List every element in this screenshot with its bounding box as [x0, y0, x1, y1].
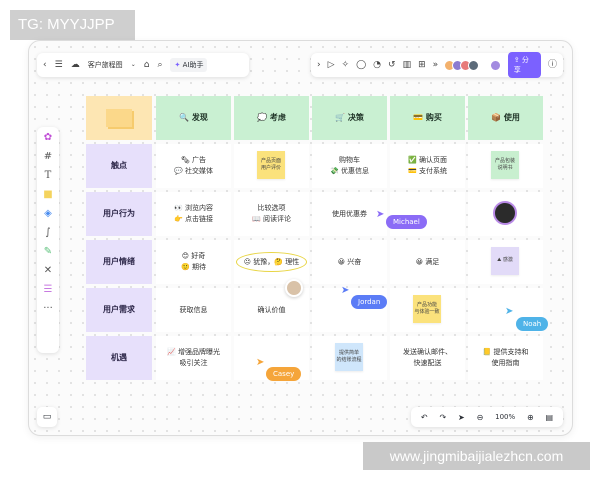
frame-tool-icon[interactable]: # — [44, 152, 52, 162]
corner-sticky-stack — [106, 109, 132, 127]
cursor-icon: ➤ — [376, 209, 385, 220]
cell-touchpoints-decide[interactable]: 购物车 💸 优惠信息 — [312, 144, 387, 188]
cell-actions-purchase[interactable] — [390, 192, 465, 236]
share-button[interactable]: ⇪ 分享 — [507, 52, 541, 78]
chevron-down-icon[interactable]: ⌄ — [131, 62, 136, 68]
cursor-icon: ➤ — [505, 306, 514, 317]
row-header-user-emotions: 用户情绪 — [86, 240, 152, 284]
top-right-toolbar: › ▷ ✧ ◯ ◔ ↺ ▥ ⊞ » ⇪ 分享 ⓘ — [311, 52, 563, 78]
column-header-use: 📦 使用 — [468, 96, 543, 140]
zoom-in-icon[interactable]: ⊕ — [527, 413, 534, 422]
templates-icon[interactable]: ✿ — [44, 133, 52, 143]
cell-emotions-discover[interactable]: 😊 好奇 🙂 期待 — [156, 240, 231, 284]
cursor-icon: ➤ — [341, 285, 350, 296]
tag-icon[interactable]: ⌂ — [144, 60, 150, 70]
mind-map-icon[interactable]: ☰ — [44, 285, 53, 295]
connector-tool-icon[interactable]: ✕ — [44, 266, 52, 276]
share-icon: ⇪ — [513, 56, 520, 64]
expand-icon[interactable]: › — [317, 60, 321, 70]
more-chevron-icon[interactable]: » — [433, 60, 439, 70]
zoom-level[interactable]: 100% — [495, 413, 515, 421]
cell-opportunities-discover[interactable]: 📈 增强品牌曝光 吸引关注 — [156, 336, 231, 380]
play-icon[interactable]: ▷ — [328, 60, 335, 70]
cell-opportunities-use[interactable]: 📒 提供支持和 使用指南 — [468, 336, 543, 380]
help-icon[interactable]: ⓘ — [548, 60, 557, 70]
shape-tool-icon[interactable]: ◈ — [44, 209, 52, 219]
vote-icon[interactable]: ▥ — [403, 60, 412, 70]
highlighter-icon[interactable]: ✎ — [44, 247, 52, 257]
column-header-purchase: 💳 购买 — [390, 96, 465, 140]
whiteboard-window: ‹ ☰ ☁ 客户旅程图 ⌄ ⌂ ⌕ ✦ AI助手 › ▷ ✧ ◯ ◔ ↺ ▥ ⊞… — [28, 40, 573, 436]
text-tool-icon[interactable]: T — [45, 171, 52, 181]
comment-icon[interactable]: ◯ — [356, 60, 366, 70]
ai-assistant-button[interactable]: ✦ AI助手 — [170, 58, 208, 72]
avatar — [493, 201, 517, 225]
collaborator-tag-casey: Casey — [266, 367, 302, 381]
collaborator-avatars[interactable] — [444, 59, 480, 71]
cursor-icon: ➤ — [256, 357, 265, 368]
top-left-toolbar: ‹ ☰ ☁ 客户旅程图 ⌄ ⌂ ⌕ ✦ AI助手 — [37, 53, 249, 77]
cell-touchpoints-purchase[interactable]: ✅ 确认页面 💳 支付系统 — [390, 144, 465, 188]
column-header-consider: 💭 考虑 — [234, 96, 309, 140]
cell-emotions-purchase[interactable]: 😀 满足 — [390, 240, 465, 284]
sticky-note[interactable]: 产品包装 说明书 — [491, 151, 519, 179]
pen-tool-icon[interactable]: ∫ — [45, 228, 50, 238]
cloud-icon: ☁ — [70, 59, 80, 70]
select-pointer-icon[interactable]: ➤ — [458, 413, 465, 422]
row-header-user-actions: 用户行为 — [86, 192, 152, 236]
collaborator-tag-michael: Michael — [386, 215, 427, 229]
row-header-opportunities: 机遇 — [86, 336, 152, 380]
minimap-icon: ▭ — [42, 412, 52, 422]
back-icon[interactable]: ‹ — [43, 60, 47, 70]
menu-icon[interactable]: ☰ — [55, 60, 63, 70]
cell-needs-discover[interactable]: 获取信息 — [156, 288, 231, 332]
cell-emotions-decide[interactable]: 😀 兴奋 — [312, 240, 387, 284]
tg-label: TG: MYYJJPP — [10, 10, 135, 40]
avatar — [285, 279, 303, 297]
row-header-user-needs: 用户需求 — [86, 288, 152, 332]
sticky-note[interactable]: 产品页面 用户评价 — [257, 151, 285, 179]
document-title[interactable]: 客户旅程图 — [88, 60, 123, 70]
minimap-button[interactable]: ▭ — [37, 407, 57, 427]
sticky-note[interactable]: ⛰ 感激 — [491, 247, 519, 275]
ai-assistant-label: AI助手 — [182, 61, 204, 69]
cell-actions-consider[interactable]: 比较选项 📖 阅读评论 — [234, 192, 309, 236]
history-icon[interactable]: ↺ — [388, 60, 396, 70]
current-user-avatar[interactable] — [490, 59, 501, 71]
celebrate-icon[interactable]: ✧ — [342, 60, 350, 70]
search-icon[interactable]: ⌕ — [157, 60, 162, 70]
ai-icon: ✦ — [174, 61, 181, 69]
avatar — [468, 59, 480, 71]
undo-icon[interactable]: ↶ — [421, 413, 428, 422]
redo-icon[interactable]: ↷ — [439, 413, 446, 422]
more-tools-icon[interactable]: ··· — [43, 304, 53, 314]
cell-opportunities-purchase[interactable]: 发送确认邮件、 快速配送 — [390, 336, 465, 380]
fit-view-icon[interactable]: ▤ — [546, 413, 554, 422]
tool-sidebar: ✿ # T ■ ◈ ∫ ✎ ✕ ☰ ··· — [37, 127, 59, 353]
corner-cell — [86, 96, 152, 140]
cell-touchpoints-discover[interactable]: 🗞 广告 💬 社交媒体 — [156, 144, 231, 188]
column-header-discover: 🔍 发现 — [156, 96, 231, 140]
watermark: www.jingmibaijialezhcn.com — [363, 442, 590, 470]
timer-icon[interactable]: ◔ — [373, 60, 381, 70]
cell-actions-discover[interactable]: 👀 浏览内容 👉 点击链接 — [156, 192, 231, 236]
column-header-decide: 🛒 决策 — [312, 96, 387, 140]
apps-icon[interactable]: ⊞ — [418, 60, 426, 70]
collaborator-tag-noah: Noah — [516, 317, 549, 331]
zoom-out-icon[interactable]: ⊖ — [477, 413, 484, 422]
highlight-circle — [236, 252, 307, 272]
sticky-note[interactable]: 提供简单 的结账流程 — [335, 343, 363, 371]
row-header-touchpoints: 触点 — [86, 144, 152, 188]
sticky-note[interactable]: 产品功能 与体验一致 — [413, 295, 441, 323]
zoom-controls: ↶ ↷ ➤ ⊖ 100% ⊕ ▤ — [411, 407, 563, 427]
sticky-note-icon[interactable]: ■ — [43, 190, 52, 200]
collaborator-tag-jordan: Jordan — [351, 295, 388, 309]
